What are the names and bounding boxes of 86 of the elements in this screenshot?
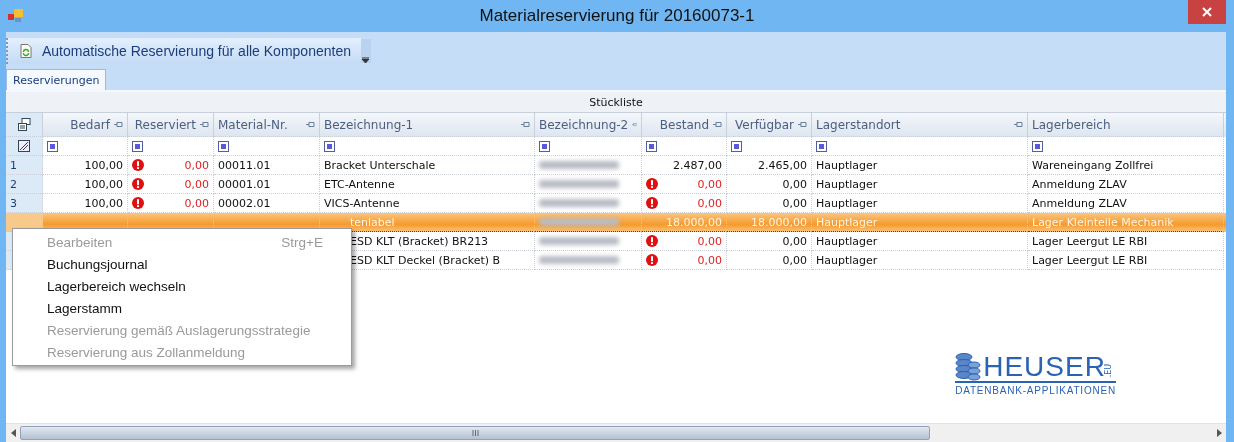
filter-icon: [324, 140, 335, 152]
group-header: Stückliste: [6, 92, 1226, 113]
coins-icon: [955, 353, 982, 381]
table-cell: 0,00: [727, 232, 812, 251]
column-header[interactable]: Bezeichnung-1: [320, 113, 535, 137]
table-cell: 0,00: [642, 232, 727, 251]
table-cell: 18.000,00: [642, 213, 727, 232]
tab[interactable]: Reservierungen: [6, 69, 107, 90]
menu-item[interactable]: Lagerbereich wechseln: [13, 275, 351, 297]
column-header[interactable]: Bedarf: [43, 113, 128, 137]
table-cell: 2.465,00: [727, 156, 812, 175]
column-chooser-icon[interactable]: [17, 118, 31, 131]
filter-icon: [539, 140, 550, 152]
warning-icon: [132, 159, 144, 171]
pin-icon: [306, 121, 315, 128]
column-header[interactable]: Lagerbereich: [1028, 113, 1224, 137]
row-number: 2: [6, 175, 43, 194]
window-title: Materialreservierung für 20160073-1: [478, 6, 756, 26]
pin-icon: [1014, 121, 1023, 128]
horizontal-scrollbar[interactable]: [6, 423, 1226, 442]
table-cell: Hauptlager: [812, 175, 1028, 194]
table-cell: 0,00: [727, 175, 812, 194]
document-refresh-icon: [20, 44, 32, 58]
logo-tagline: DATENBANK-APPLIKATIONEN: [955, 381, 1116, 396]
pin-icon: [632, 121, 637, 128]
pin-icon: [713, 121, 722, 128]
table-cell: Lager Leergut LE RBI: [1028, 232, 1224, 251]
column-header[interactable]: Bestand: [642, 113, 727, 137]
table-cell: Wareneingang Zollfrei: [1028, 156, 1224, 175]
caret-icon: [362, 57, 370, 63]
row-number: 3: [6, 194, 43, 213]
table-cell: 0,00: [727, 251, 812, 270]
filter-icon: [816, 140, 827, 152]
warning-icon: [132, 178, 144, 190]
pin-icon: [521, 121, 530, 128]
filter-icon: [218, 140, 229, 152]
menu-item[interactable]: Lagerstamm: [13, 297, 351, 319]
close-button[interactable]: [1188, 0, 1226, 24]
pin-icon: [798, 121, 807, 128]
pin-icon: [114, 121, 123, 128]
table-cell: 100,00: [43, 175, 128, 194]
table-cell: Hauptlager: [812, 232, 1028, 251]
scroll-thumb[interactable]: [20, 426, 930, 440]
column-header[interactable]: Bezeichnung-2: [535, 113, 642, 137]
table-cell: Bracket Unterschale: [320, 156, 535, 175]
auto-reserve-button[interactable]: Automatische Reservierung für alle Komponenten: [6, 38, 361, 64]
table-cell: Hauptlager: [812, 156, 1028, 175]
table-cell: 0,00: [642, 175, 727, 194]
close-icon: [1202, 7, 1212, 17]
table-cell: 00001.01: [214, 175, 320, 194]
table-cell: 2.487,00: [642, 156, 727, 175]
warning-icon: [646, 235, 658, 247]
table-cell: 18.000,00: [727, 213, 812, 232]
table-cell: 0,00: [128, 156, 214, 175]
column-header[interactable]: Lagerstandort: [812, 113, 1028, 137]
warning-icon: [646, 197, 658, 209]
table-cell: ETC-Antenne: [320, 175, 535, 194]
column-header[interactable]: Verfügbar: [727, 113, 812, 137]
warning-icon: [132, 197, 144, 209]
table-cell: 100,00: [43, 156, 128, 175]
pin-icon: [200, 121, 209, 128]
filter-icon: [646, 140, 657, 152]
filter-icon: [47, 140, 58, 152]
grip-icon: [471, 430, 479, 436]
filter-icon: [1032, 140, 1043, 152]
table-cell: Lager Leergut LE RBI: [1028, 251, 1224, 270]
filter-clear-icon[interactable]: [18, 140, 30, 152]
row-number: 1: [6, 156, 43, 175]
warning-icon: [646, 178, 658, 190]
filter-icon: [132, 140, 143, 152]
table-cell: 0,00: [642, 251, 727, 270]
table-cell: Lager Kleinteile Mechanik: [1028, 213, 1224, 232]
table-cell: Anmeldung ZLAV: [1028, 175, 1224, 194]
table-cell: 00011.01: [214, 156, 320, 175]
app-icon: [8, 9, 24, 23]
warning-icon: [646, 254, 658, 266]
column-header[interactable]: Material-Nr.: [214, 113, 320, 137]
toolbar-overflow-button[interactable]: [360, 39, 371, 63]
table-cell: 0,00: [128, 175, 214, 194]
scroll-left-icon[interactable]: [10, 429, 16, 437]
logo-suffix: .EU: [1104, 363, 1114, 378]
filter-icon: [731, 140, 742, 152]
table-cell: Hauptlager: [812, 251, 1028, 270]
column-header[interactable]: Reserviert: [128, 113, 214, 137]
table-cell: Hauptlager: [812, 213, 1028, 232]
scroll-right-icon[interactable]: [1216, 429, 1222, 437]
